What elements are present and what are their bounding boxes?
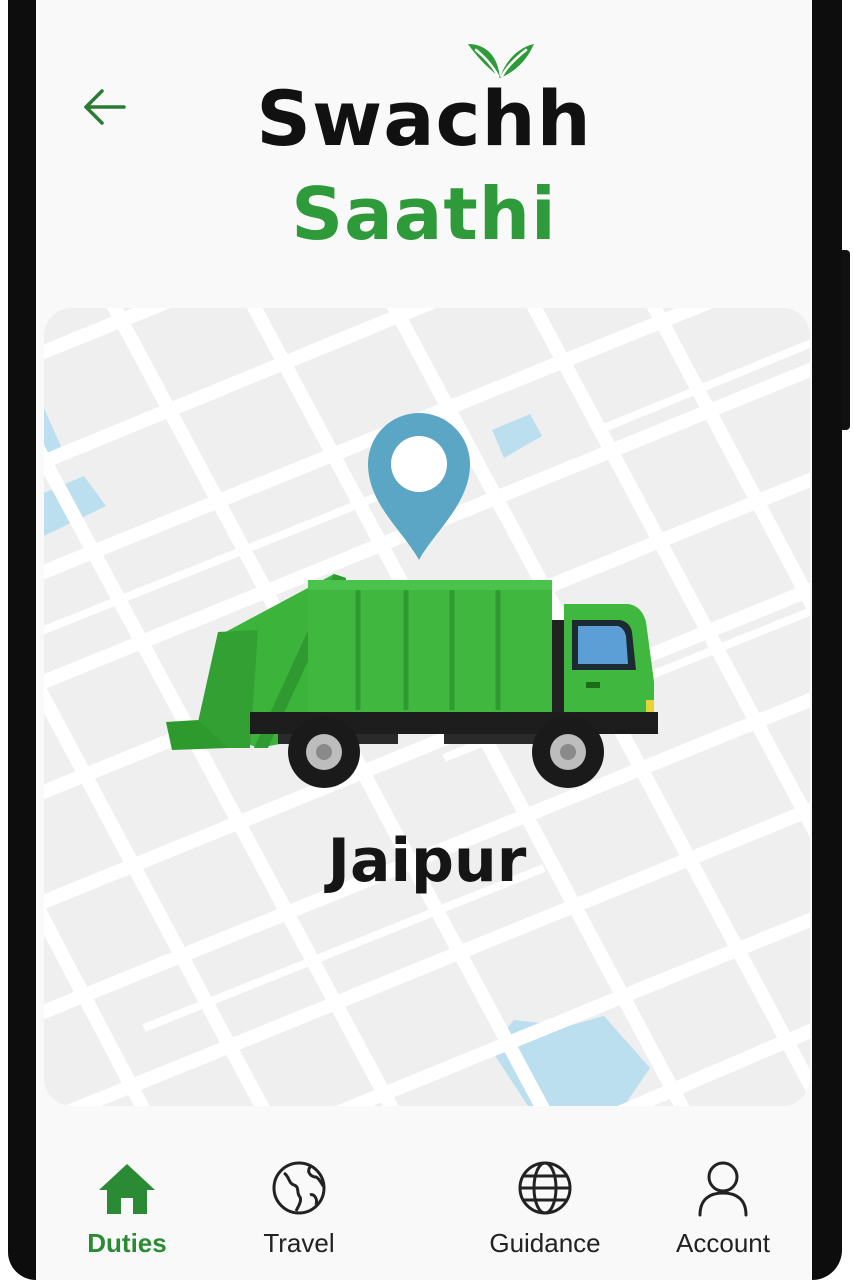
app-title-line2: Saathi [291, 172, 557, 256]
phone-side-button [842, 250, 850, 430]
nav-item-account[interactable]: Account [648, 1158, 798, 1268]
nav-item-guidance[interactable]: Guidance [470, 1158, 620, 1268]
map-view[interactable]: Jaipur [44, 308, 810, 1106]
city-label: Jaipur [327, 826, 527, 896]
globe-grid-icon [518, 1161, 572, 1215]
nav-item-duties[interactable]: Duties [52, 1158, 202, 1268]
phone-frame-right [812, 0, 842, 1280]
location-pin-icon [368, 413, 470, 560]
nav-item-travel[interactable]: Travel [224, 1158, 374, 1268]
phone-frame-left [8, 0, 36, 1280]
bottom-navigation: Duties Travel Guidance Account [36, 1140, 812, 1280]
app-title-line1: Swachh [256, 74, 592, 163]
nav-label-account: Account [676, 1228, 770, 1258]
phone-device: Swachh Saathi Jaipur Duties Travel Guida… [0, 0, 853, 1280]
nav-label-travel: Travel [263, 1228, 335, 1258]
nav-label-duties: Duties [87, 1228, 167, 1258]
app-screen: Swachh Saathi Jaipur Duties Travel Guida… [36, 0, 812, 1280]
user-icon [698, 1161, 748, 1217]
globe-icon [272, 1161, 326, 1215]
nav-label-guidance: Guidance [489, 1228, 601, 1258]
garbage-truck-icon [166, 574, 658, 788]
home-icon [99, 1164, 155, 1214]
app-logo: Swachh Saathi [36, 30, 812, 270]
